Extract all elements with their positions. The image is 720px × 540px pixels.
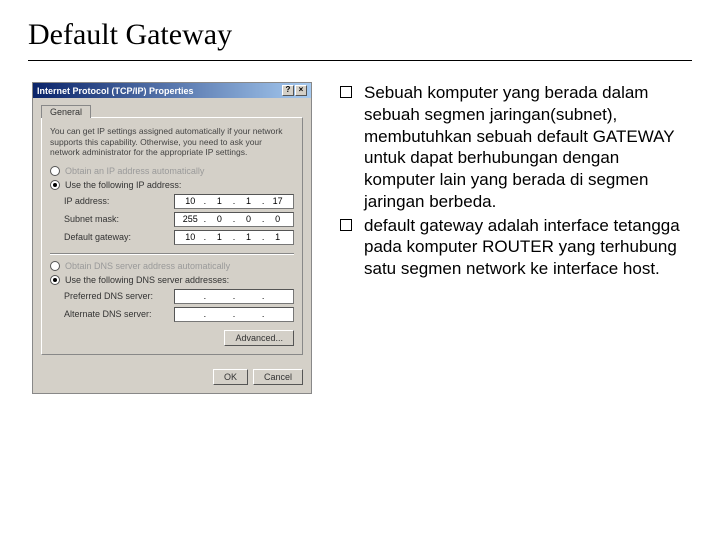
advanced-button[interactable]: Advanced... bbox=[224, 330, 294, 346]
radio-icon bbox=[50, 261, 60, 271]
radio-use-following-ip[interactable]: Use the following IP address: bbox=[50, 180, 294, 190]
ip-octet[interactable]: 0 bbox=[206, 214, 233, 224]
radio-label: Obtain an IP address automatically bbox=[65, 166, 204, 176]
help-text: You can get IP settings assigned automat… bbox=[50, 126, 294, 158]
ip-octet[interactable]: 10 bbox=[177, 232, 204, 242]
radio-label: Obtain DNS server address automatically bbox=[65, 261, 230, 271]
ip-octet[interactable]: 0 bbox=[235, 214, 262, 224]
bullet-text: default gateway adalah interface tetangg… bbox=[364, 215, 690, 280]
preferred-dns-input[interactable]: . . . bbox=[174, 289, 294, 304]
list-item: Sebuah komputer yang berada dalam sebuah… bbox=[340, 82, 690, 213]
radio-use-following-dns[interactable]: Use the following DNS server addresses: bbox=[50, 275, 294, 285]
ip-octet[interactable]: 0 bbox=[264, 214, 291, 224]
ip-octet[interactable]: 10 bbox=[177, 196, 204, 206]
alternate-dns-input[interactable]: . . . bbox=[174, 307, 294, 322]
ip-octet[interactable]: 255 bbox=[177, 214, 204, 224]
label-ip-address: IP address: bbox=[64, 196, 109, 206]
slide-title: Default Gateway bbox=[28, 18, 232, 52]
close-icon[interactable]: × bbox=[295, 85, 307, 96]
radio-icon bbox=[50, 180, 60, 190]
dialog-titlebar: Internet Protocol (TCP/IP) Properties ? … bbox=[33, 83, 311, 98]
bullet-list: Sebuah komputer yang berada dalam sebuah… bbox=[340, 82, 690, 282]
tab-panel: You can get IP settings assigned automat… bbox=[41, 117, 303, 355]
radio-icon bbox=[50, 166, 60, 176]
default-gateway-input[interactable]: 10. 1. 1. 1 bbox=[174, 230, 294, 245]
label-preferred-dns: Preferred DNS server: bbox=[64, 291, 153, 301]
bullet-text: Sebuah komputer yang berada dalam sebuah… bbox=[364, 82, 690, 213]
ok-button[interactable]: OK bbox=[213, 369, 248, 385]
dialog-title-text: Internet Protocol (TCP/IP) Properties bbox=[37, 86, 194, 96]
subnet-mask-input[interactable]: 255. 0. 0. 0 bbox=[174, 212, 294, 227]
tab-general[interactable]: General bbox=[41, 105, 91, 118]
ip-octet[interactable]: 1 bbox=[264, 232, 291, 242]
ip-octet[interactable]: 1 bbox=[235, 196, 262, 206]
ip-octet[interactable]: 1 bbox=[235, 232, 262, 242]
divider bbox=[50, 253, 294, 255]
label-alternate-dns: Alternate DNS server: bbox=[64, 309, 152, 319]
radio-label: Use the following DNS server addresses: bbox=[65, 275, 229, 285]
tcpip-properties-dialog: Internet Protocol (TCP/IP) Properties ? … bbox=[32, 82, 312, 394]
ip-address-input[interactable]: 10. 1. 1. 17 bbox=[174, 194, 294, 209]
label-default-gateway: Default gateway: bbox=[64, 232, 131, 242]
ip-octet[interactable]: 17 bbox=[264, 196, 291, 206]
ip-octet[interactable]: 1 bbox=[206, 196, 233, 206]
cancel-button[interactable]: Cancel bbox=[253, 369, 303, 385]
radio-label: Use the following IP address: bbox=[65, 180, 181, 190]
help-icon[interactable]: ? bbox=[282, 85, 294, 96]
square-bullet-icon bbox=[340, 86, 352, 98]
title-underline bbox=[28, 60, 692, 61]
label-subnet-mask: Subnet mask: bbox=[64, 214, 119, 224]
square-bullet-icon bbox=[340, 219, 352, 231]
radio-icon bbox=[50, 275, 60, 285]
radio-obtain-ip-auto[interactable]: Obtain an IP address automatically bbox=[50, 166, 294, 176]
radio-obtain-dns-auto: Obtain DNS server address automatically bbox=[50, 261, 294, 271]
ip-octet[interactable]: 1 bbox=[206, 232, 233, 242]
list-item: default gateway adalah interface tetangg… bbox=[340, 215, 690, 280]
